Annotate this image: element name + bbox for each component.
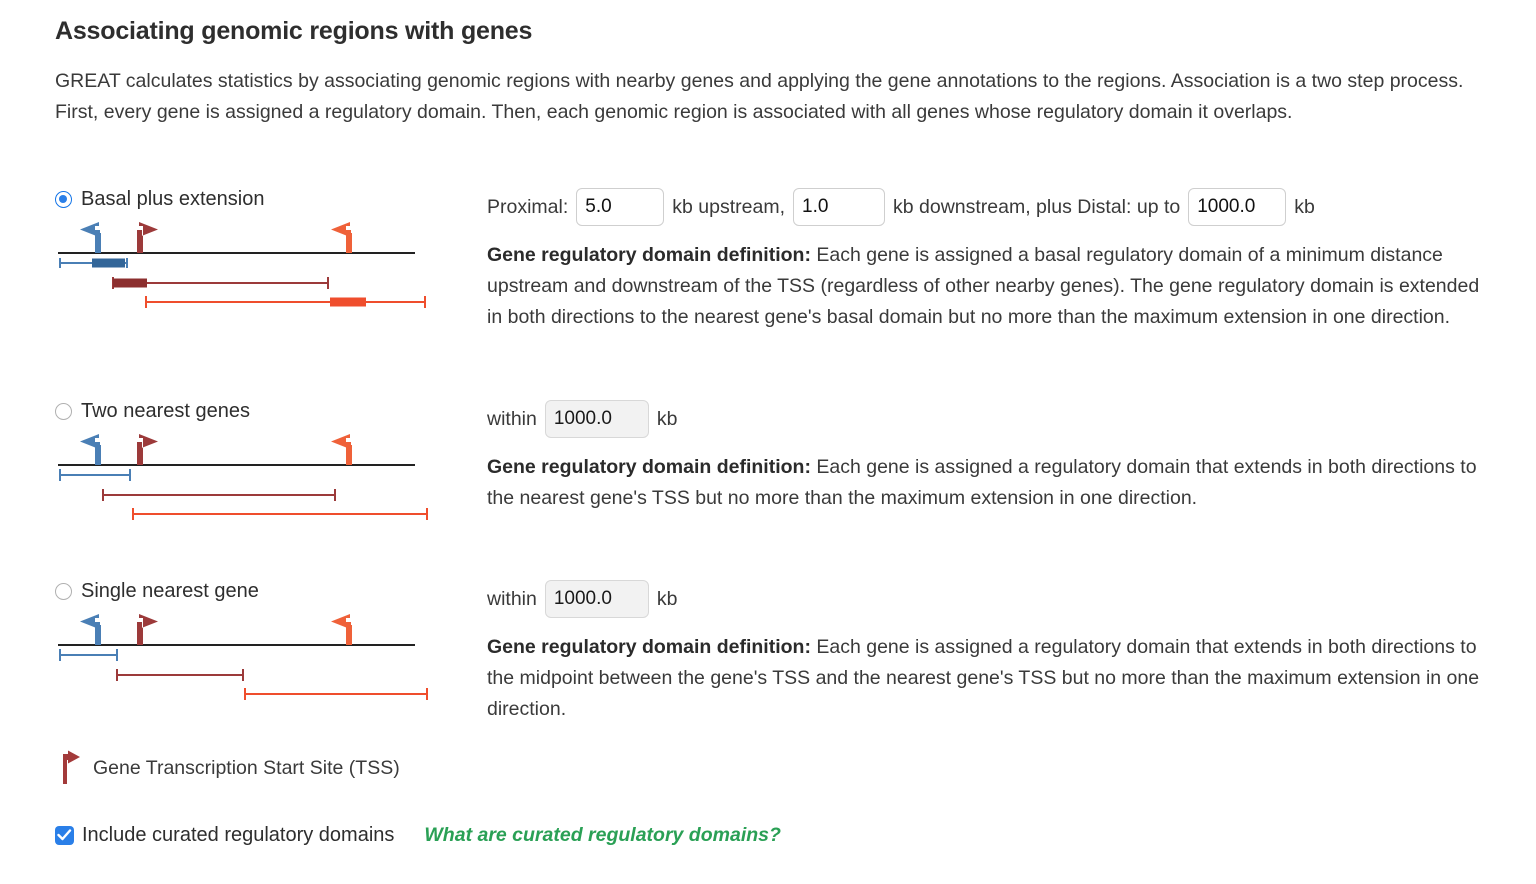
option-2-right: within kb Gene regulatory domain definit… <box>487 398 1507 514</box>
intro-paragraph: GREAT calculates statistics by associati… <box>55 70 1464 123</box>
within-row-single-nearest-gene: within kb <box>487 578 1507 620</box>
upstream-input[interactable] <box>576 188 665 226</box>
within-input-two-nearest-genes[interactable] <box>544 400 649 438</box>
diagram-single-nearest-gene <box>55 608 455 704</box>
definition-title-3: Gene regulatory domain definition: <box>487 636 811 658</box>
within-row-two-nearest-genes: within kb <box>487 398 1507 440</box>
radio-basal-plus-extension[interactable] <box>55 190 72 208</box>
option-3-left: Single nearest gene <box>55 578 475 704</box>
radio-two-nearest-genes[interactable] <box>55 402 72 420</box>
what-are-curated-regulatory-domains-link[interactable]: What are curated regulatory domains? <box>424 824 781 847</box>
page-title: Associating genomic regions with genes <box>55 17 533 45</box>
basal-fields-row: Proximal: kb upstream, kb downstream, pl… <box>487 186 1507 228</box>
distal-input[interactable] <box>1188 188 1287 226</box>
radio-row-two-nearest-genes[interactable]: Two nearest genes <box>55 398 475 424</box>
radio-single-nearest-gene[interactable] <box>55 582 72 600</box>
distal-unit-label: kb <box>1294 195 1315 218</box>
tss-legend: Gene Transcription Start Site (TSS) <box>55 750 400 786</box>
within-unit-label-2: kb <box>656 407 678 430</box>
radio-row-single-nearest-gene[interactable]: Single nearest gene <box>55 578 475 604</box>
definition-title-1: Gene regulatory domain definition: <box>487 244 811 266</box>
option-1-right: Proximal: kb upstream, kb downstream, pl… <box>487 186 1507 333</box>
radio-label-basal-plus-extension: Basal plus extension <box>81 188 265 210</box>
within-unit-label-3: kb <box>656 587 678 610</box>
tss-flag-icon <box>55 750 85 786</box>
include-curated-regulatory-domains-label: Include curated regulatory domains <box>82 824 395 846</box>
radio-label-single-nearest-gene: Single nearest gene <box>81 580 259 602</box>
diagram-basal-plus-extension <box>55 216 455 312</box>
include-curated-regulatory-domains-checkbox[interactable] <box>55 826 74 845</box>
within-label-3: within <box>487 587 537 610</box>
option-1-left: Basal plus extension <box>55 186 475 312</box>
great-association-rules-panel: Associating genomic regions with genes G… <box>0 0 1536 884</box>
definition-basal-plus-extension: Gene regulatory domain definition: Each … <box>487 240 1487 333</box>
definition-single-nearest-gene: Gene regulatory domain definition: Each … <box>487 632 1487 725</box>
within-label-2: within <box>487 407 537 430</box>
option-2-left: Two nearest genes <box>55 398 475 524</box>
downstream-unit-label: kb downstream, plus Distal: up to <box>893 195 1181 218</box>
radio-label-two-nearest-genes: Two nearest genes <box>81 400 250 422</box>
radio-row-basal-plus-extension[interactable]: Basal plus extension <box>55 186 475 212</box>
upstream-unit-label: kb upstream, <box>672 195 785 218</box>
definition-two-nearest-genes: Gene regulatory domain definition: Each … <box>487 452 1487 514</box>
downstream-input[interactable] <box>793 188 885 226</box>
tss-legend-label: Gene Transcription Start Site (TSS) <box>93 756 400 779</box>
within-input-single-nearest-gene[interactable] <box>544 580 649 618</box>
definition-title-2: Gene regulatory domain definition: <box>487 456 811 478</box>
curated-domains-footer: Include curated regulatory domains What … <box>55 824 781 847</box>
diagram-two-nearest-genes <box>55 428 455 524</box>
proximal-label: Proximal: <box>487 195 569 218</box>
option-3-right: within kb Gene regulatory domain definit… <box>487 578 1507 725</box>
